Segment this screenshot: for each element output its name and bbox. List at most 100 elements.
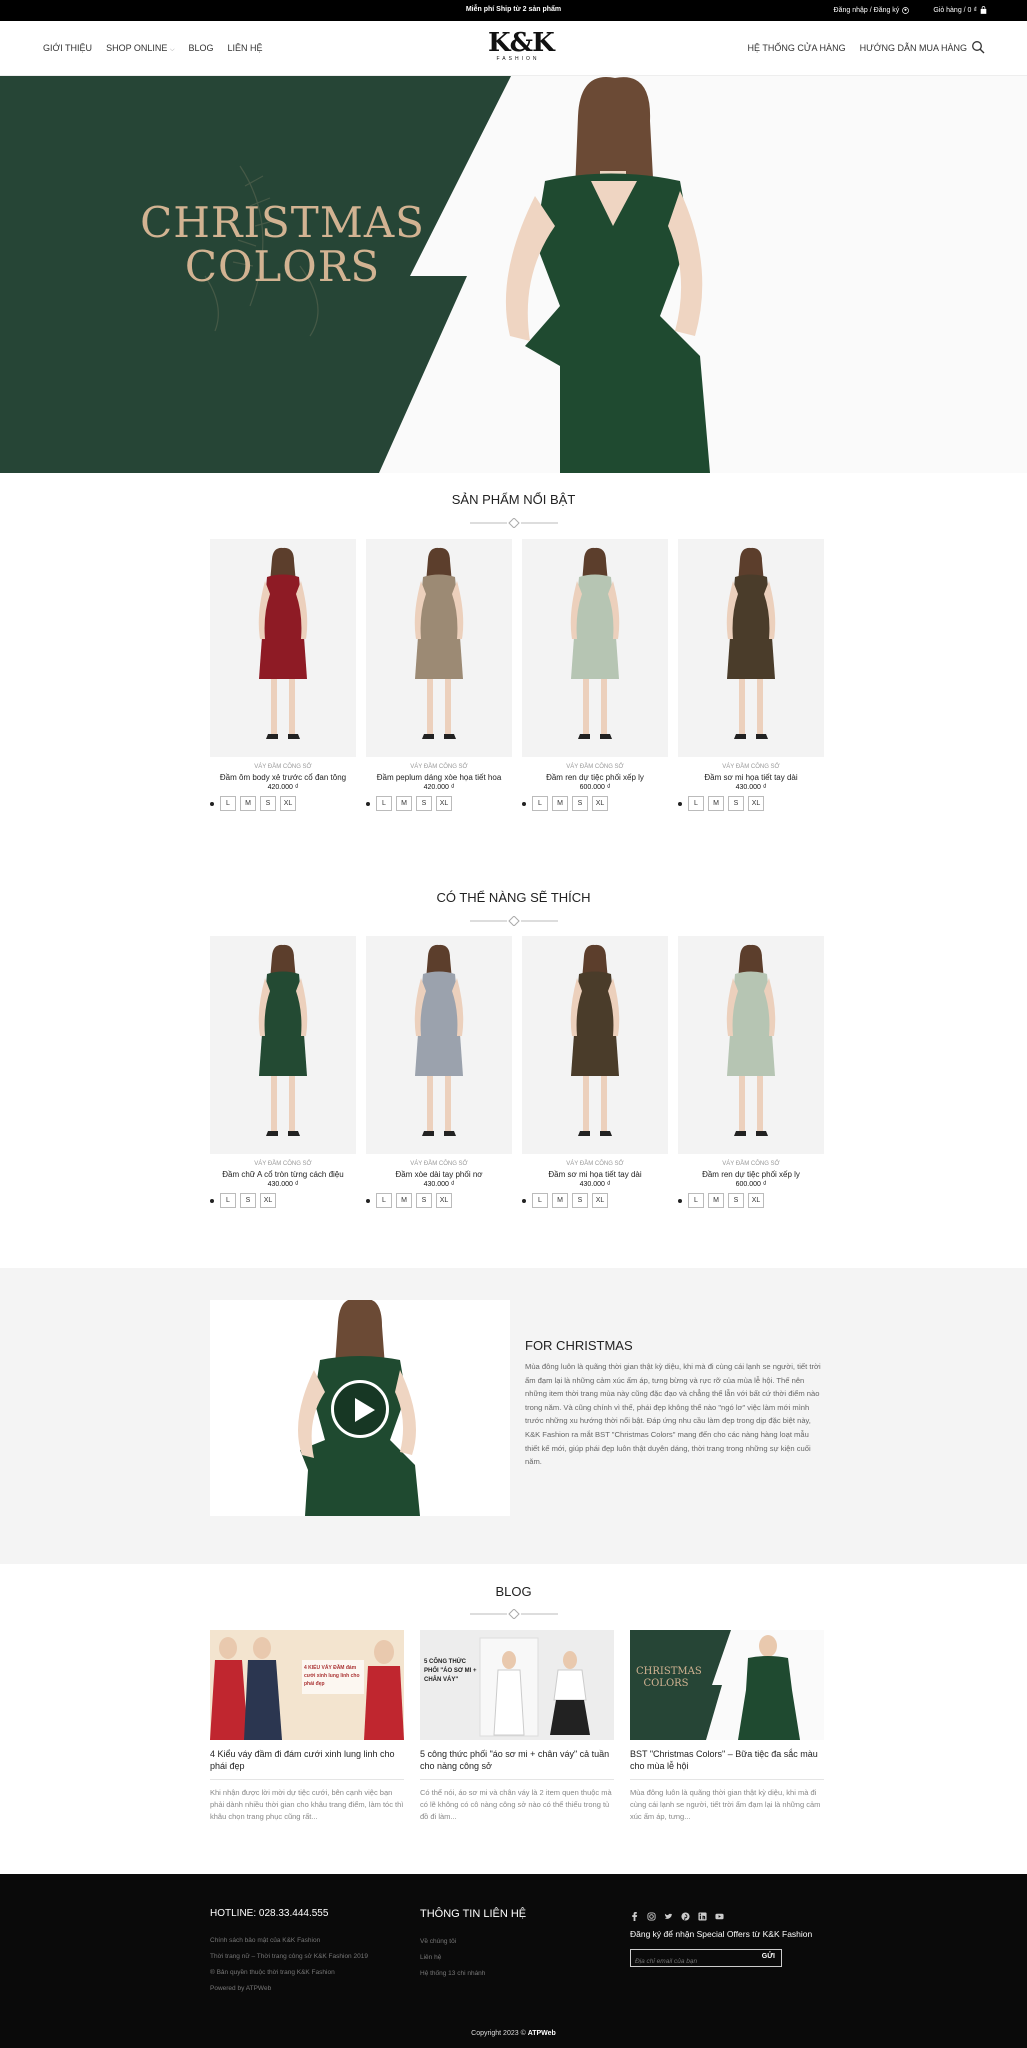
product-category[interactable]: VÁY ĐẦM CÔNG SỞ — [522, 764, 668, 770]
color-swatch[interactable] — [522, 801, 526, 806]
size-option[interactable]: S — [260, 796, 276, 811]
blog-post-title[interactable]: BST "Christmas Colors" – Bữa tiệc đa sắc… — [630, 1748, 824, 1772]
play-button[interactable] — [331, 1380, 389, 1438]
youtube-icon[interactable] — [715, 1908, 724, 1920]
product-image[interactable] — [366, 539, 512, 757]
size-option[interactable]: XL — [260, 1193, 276, 1208]
product-card[interactable]: VÁY ĐẦM CÔNG SỞ Đầm ren dự tiệc phối xếp … — [522, 539, 668, 811]
footer-link[interactable]: Thời trang nữ – Thời trang công sở K&K F… — [210, 1949, 410, 1965]
product-image[interactable] — [366, 936, 512, 1154]
nav-item-contact[interactable]: LIÊN HỆ — [228, 43, 263, 54]
nav-item-stores[interactable]: HỆ THỐNG CỬA HÀNG — [748, 43, 846, 53]
color-swatch[interactable] — [522, 1198, 526, 1203]
size-option[interactable]: XL — [592, 1193, 608, 1208]
size-option[interactable]: L — [532, 1193, 548, 1208]
blog-post-title[interactable]: 5 công thức phối "áo sơ mi + chân váy" c… — [420, 1748, 614, 1772]
product-category[interactable]: VÁY ĐẦM CÔNG SỞ — [522, 1161, 668, 1167]
linkedin-icon[interactable] — [698, 1908, 707, 1921]
copyright-brand[interactable]: ATPWeb — [528, 2030, 556, 2037]
color-swatch[interactable] — [366, 1198, 370, 1203]
size-option[interactable]: M — [552, 796, 568, 811]
size-option[interactable]: S — [572, 1193, 588, 1208]
account-link[interactable]: Đăng nhập / Đăng ký — [834, 6, 910, 14]
size-option[interactable]: XL — [748, 796, 764, 811]
blog-post[interactable]: CHRISTMAS COLORS BST "Christmas Colors" … — [630, 1630, 824, 1823]
email-input[interactable] — [631, 1953, 751, 1970]
footer-link[interactable]: Powered by ATPWeb — [210, 1981, 410, 1997]
size-option[interactable]: M — [708, 1193, 724, 1208]
product-name[interactable]: Đầm peplum dáng xòe họa tiết hoa — [366, 773, 512, 782]
size-option[interactable]: S — [416, 796, 432, 811]
product-name[interactable]: Đầm chữ A cổ tròn từng cách điệu — [210, 1170, 356, 1179]
size-option[interactable]: M — [708, 796, 724, 811]
pinterest-icon[interactable] — [681, 1908, 690, 1921]
product-name[interactable]: Đầm xòe dài tay phối nơ — [366, 1170, 512, 1179]
color-swatch[interactable] — [678, 1198, 682, 1203]
product-image[interactable] — [678, 936, 824, 1154]
instagram-icon[interactable] — [647, 1908, 656, 1921]
size-option[interactable]: S — [416, 1193, 432, 1208]
nav-item-shop[interactable]: SHOP ONLINE ⌵ — [106, 43, 174, 54]
product-name[interactable]: Đầm ren dự tiệc phối xếp ly — [678, 1170, 824, 1179]
size-option[interactable]: S — [572, 796, 588, 811]
product-image[interactable] — [522, 936, 668, 1154]
product-name[interactable]: Đầm ôm body xẻ trước cổ đan tông — [210, 773, 356, 782]
blog-image[interactable]: 5 CÔNG THỨC PHỐI "ÁO SƠ MI + CHÂN VÁY" — [420, 1630, 614, 1740]
blog-post[interactable]: 4 KIỂU VÁY ĐẦM đám cưới xinh lung linh c… — [210, 1630, 404, 1823]
size-option[interactable]: XL — [436, 1193, 452, 1208]
hero-banner[interactable]: CHRISTMAS COLORS — [0, 76, 1027, 473]
product-image[interactable] — [678, 539, 824, 757]
nav-item-about[interactable]: GIỚI THIỆU — [43, 43, 92, 54]
hotline[interactable]: HOTLINE: 028.33.444.555 — [210, 1908, 410, 1919]
product-category[interactable]: VÁY ĐẦM CÔNG SỞ — [366, 764, 512, 770]
nav-item-guide[interactable]: HƯỚNG DẪN MUA HÀNG — [860, 43, 967, 53]
product-category[interactable]: VÁY ĐẦM CÔNG SỞ — [210, 1161, 356, 1167]
size-option[interactable]: M — [396, 1193, 412, 1208]
color-swatch[interactable] — [366, 801, 370, 806]
size-option[interactable]: S — [728, 1193, 744, 1208]
size-option[interactable]: L — [532, 796, 548, 811]
size-option[interactable]: XL — [748, 1193, 764, 1208]
product-card[interactable]: VÁY ĐẦM CÔNG SỞ Đầm peplum dáng xòe họa t… — [366, 539, 512, 811]
product-image[interactable] — [210, 936, 356, 1154]
size-option[interactable]: L — [220, 1193, 236, 1208]
size-option[interactable]: M — [396, 796, 412, 811]
product-name[interactable]: Đầm ren dự tiệc phối xếp ly — [522, 773, 668, 782]
product-card[interactable]: VÁY ĐẦM CÔNG SỞ Đầm chữ A cổ tròn từng cá… — [210, 936, 356, 1208]
size-option[interactable]: L — [220, 796, 236, 811]
product-image[interactable] — [522, 539, 668, 757]
video-thumbnail[interactable] — [210, 1300, 510, 1516]
size-option[interactable]: S — [728, 796, 744, 811]
size-option[interactable]: S — [240, 1193, 256, 1208]
blog-image[interactable]: 4 KIỂU VÁY ĐẦM đám cưới xinh lung linh c… — [210, 1630, 404, 1740]
nav-item-blog[interactable]: BLOG — [189, 43, 214, 54]
product-card[interactable]: VÁY ĐẦM CÔNG SỞ Đầm ren dự tiệc phối xếp … — [678, 936, 824, 1208]
footer-link[interactable]: Chính sách bảo mật của K&K Fashion — [210, 1933, 410, 1949]
blog-post[interactable]: 5 CÔNG THỨC PHỐI "ÁO SƠ MI + CHÂN VÁY" 5… — [420, 1630, 614, 1823]
product-card[interactable]: VÁY ĐẦM CÔNG SỞ Đầm sơ mi họa tiết tay dà… — [678, 539, 824, 811]
size-option[interactable]: XL — [280, 796, 296, 811]
product-image[interactable] — [210, 539, 356, 757]
size-option[interactable]: L — [376, 796, 392, 811]
product-card[interactable]: VÁY ĐẦM CÔNG SỞ Đầm ôm body xẻ trước cổ đ… — [210, 539, 356, 811]
logo[interactable]: K&K FASHION — [488, 30, 555, 62]
blog-image[interactable]: CHRISTMAS COLORS — [630, 1630, 824, 1740]
size-option[interactable]: L — [376, 1193, 392, 1208]
product-category[interactable]: VÁY ĐẦM CÔNG SỞ — [366, 1161, 512, 1167]
twitter-icon[interactable] — [664, 1908, 673, 1919]
footer-link[interactable]: Hệ thống 13 chi nhánh — [420, 1966, 620, 1982]
color-swatch[interactable] — [210, 801, 214, 806]
footer-link[interactable]: Liên hệ — [420, 1950, 620, 1966]
product-category[interactable]: VÁY ĐẦM CÔNG SỞ — [210, 764, 356, 770]
subscribe-button[interactable]: GỬI — [762, 1953, 775, 1960]
product-category[interactable]: VÁY ĐẦM CÔNG SỞ — [678, 764, 824, 770]
size-option[interactable]: L — [688, 796, 704, 811]
color-swatch[interactable] — [678, 801, 682, 806]
size-option[interactable]: XL — [592, 796, 608, 811]
search-button[interactable] — [971, 40, 987, 56]
product-category[interactable]: VÁY ĐẦM CÔNG SỞ — [678, 1161, 824, 1167]
product-card[interactable]: VÁY ĐẦM CÔNG SỞ Đầm sơ mi họa tiết tay dà… — [522, 936, 668, 1208]
footer-link[interactable]: Về chúng tôi — [420, 1934, 620, 1950]
blog-post-title[interactable]: 4 Kiểu váy đầm đi đám cưới xinh lung lin… — [210, 1748, 404, 1772]
product-name[interactable]: Đầm sơ mi họa tiết tay dài — [678, 773, 824, 782]
